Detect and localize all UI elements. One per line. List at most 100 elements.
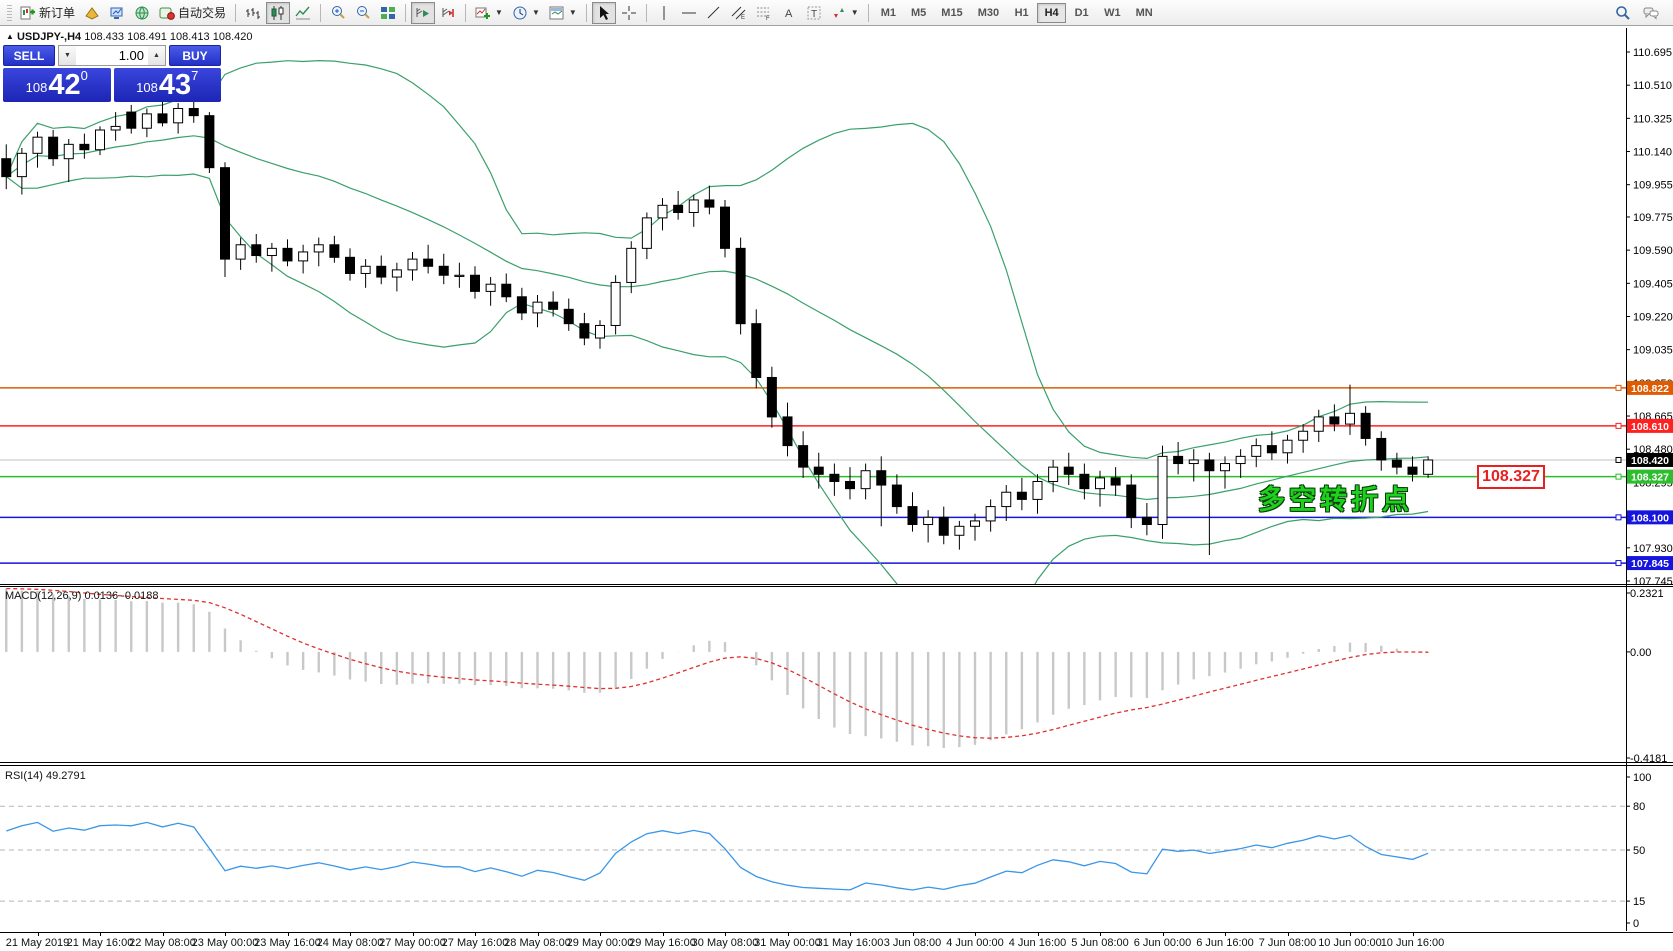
buy-button[interactable]: BUY: [169, 45, 221, 66]
timeframe-button-M15[interactable]: M15: [934, 3, 969, 23]
candlestick: [642, 212, 651, 259]
market-watch-button[interactable]: [105, 2, 129, 24]
timeframe-button-M30[interactable]: M30: [971, 3, 1006, 23]
sell-button[interactable]: SELL: [3, 45, 55, 66]
pane-separator: [0, 765, 1673, 766]
toolbar: 新订单 自动交易: [0, 0, 1673, 26]
candlestick: [392, 263, 401, 292]
chart-shift-button[interactable]: [436, 2, 460, 24]
candlestick: [1205, 453, 1214, 555]
candlestick-chart-button[interactable]: [266, 2, 290, 24]
cursor-button[interactable]: [592, 2, 616, 24]
time-axis-label: 21 May 2019: [6, 937, 70, 949]
volume-input[interactable]: [76, 46, 148, 65]
candlestick: [1111, 467, 1120, 496]
time-axis[interactable]: 21 May 201921 May 16:0022 May 08:0023 Ma…: [0, 932, 1673, 951]
candlestick: [471, 266, 480, 298]
vertical-line-button[interactable]: [652, 2, 676, 24]
candlestick: [627, 241, 636, 293]
time-tick: [1288, 933, 1289, 936]
time-tick: [788, 933, 789, 936]
equidistant-channel-button[interactable]: E: [727, 2, 751, 24]
bar-chart-button[interactable]: [241, 2, 265, 24]
collapse-arrow-icon[interactable]: ▲: [6, 32, 14, 41]
auto-scroll-button[interactable]: [411, 2, 435, 24]
time-axis-label: 7 Jun 08:00: [1259, 937, 1317, 949]
zoom-in-button[interactable]: [326, 2, 350, 24]
candlestick: [1127, 474, 1136, 528]
text-button[interactable]: A: [777, 2, 801, 24]
time-tick: [538, 933, 539, 936]
timeframe-button-H4[interactable]: H4: [1037, 3, 1066, 23]
one-click-trading-panel: SELL ▼ ▲ BUY 108420 108437: [3, 45, 221, 102]
candlestick: [221, 162, 230, 277]
line-chart-button[interactable]: [291, 2, 315, 24]
pane-separator[interactable]: [0, 762, 1673, 763]
svg-text:F: F: [766, 16, 770, 21]
ohlc-open: 108.433: [84, 31, 124, 43]
arrows-button[interactable]: ▼: [827, 2, 863, 24]
timeframe-button-W1[interactable]: W1: [1097, 3, 1128, 23]
chat-button[interactable]: [1639, 2, 1663, 24]
trendline-button[interactable]: [702, 2, 726, 24]
candlestick: [64, 139, 73, 182]
candlestick: [611, 275, 620, 334]
time-tick: [1038, 933, 1039, 936]
pane-separator[interactable]: [0, 584, 1673, 585]
dropdown-chevron-icon: ▼: [851, 8, 859, 17]
toolbar-grip[interactable]: [7, 5, 12, 21]
price-badge-label: 108.327: [1631, 472, 1669, 484]
macd-tick-label: 0.00: [1630, 647, 1651, 659]
candlestick: [142, 108, 151, 137]
rsi-tick-label: 0: [1633, 918, 1639, 930]
time-tick: [850, 933, 851, 936]
line-handle[interactable]: [1616, 423, 1621, 428]
time-tick: [975, 933, 976, 936]
timeframe-button-H1[interactable]: H1: [1007, 3, 1036, 23]
horizontal-line-button[interactable]: [677, 2, 701, 24]
candlestick: [1236, 449, 1245, 478]
autotrading-button[interactable]: 自动交易: [155, 2, 230, 24]
volume-decrease-button[interactable]: ▼: [59, 46, 76, 65]
new-order-button[interactable]: 新订单: [16, 2, 79, 24]
templates-button[interactable]: ▼: [545, 2, 581, 24]
rsi-pane[interactable]: 1008050150: [0, 766, 1673, 931]
candlestick: [377, 256, 386, 285]
price-tick-label: 109.035: [1633, 345, 1673, 357]
turning-point-annotation[interactable]: 多空转折点: [1258, 478, 1438, 517]
line-handle[interactable]: [1616, 457, 1621, 462]
timeframe-button-MN[interactable]: MN: [1129, 3, 1160, 23]
buy-price-tile[interactable]: 108437: [114, 68, 222, 102]
macd-pane[interactable]: 0.23210.00-0.4181: [0, 588, 1673, 762]
pane-separator: [0, 586, 1673, 587]
sell-price-tile[interactable]: 108420: [3, 68, 111, 102]
indicators-button[interactable]: ▼: [471, 2, 507, 24]
crosshair-button[interactable]: [617, 2, 641, 24]
line-handle[interactable]: [1616, 385, 1621, 390]
candlestick: [1017, 478, 1026, 510]
zoom-out-button[interactable]: [351, 2, 375, 24]
price-badge-label: 107.845: [1631, 558, 1669, 570]
mt4-window: 新订单 自动交易: [0, 0, 1673, 951]
tile-windows-button[interactable]: [376, 2, 400, 24]
line-handle[interactable]: [1616, 474, 1621, 479]
autotrading-label: 自动交易: [178, 4, 226, 21]
timeframe-button-D1[interactable]: D1: [1067, 3, 1096, 23]
text-label-button[interactable]: T: [802, 2, 826, 24]
periods-button[interactable]: ▼: [508, 2, 544, 24]
volume-increase-button[interactable]: ▲: [148, 46, 165, 65]
fibonacci-button[interactable]: F: [752, 2, 776, 24]
candlestick: [1252, 438, 1261, 467]
candlestick: [1158, 446, 1167, 539]
time-tick: [413, 933, 414, 936]
search-button[interactable]: [1611, 2, 1635, 24]
line-handle[interactable]: [1616, 515, 1621, 520]
candlestick: [1033, 474, 1042, 513]
timeframe-button-M1[interactable]: M1: [874, 3, 903, 23]
line-handle[interactable]: [1616, 561, 1621, 566]
navigator-button[interactable]: [130, 2, 154, 24]
price-level-box[interactable]: 108.327: [1477, 465, 1545, 489]
candlestick: [1361, 406, 1370, 445]
data-window-button[interactable]: [80, 2, 104, 24]
timeframe-button-M5[interactable]: M5: [904, 3, 933, 23]
